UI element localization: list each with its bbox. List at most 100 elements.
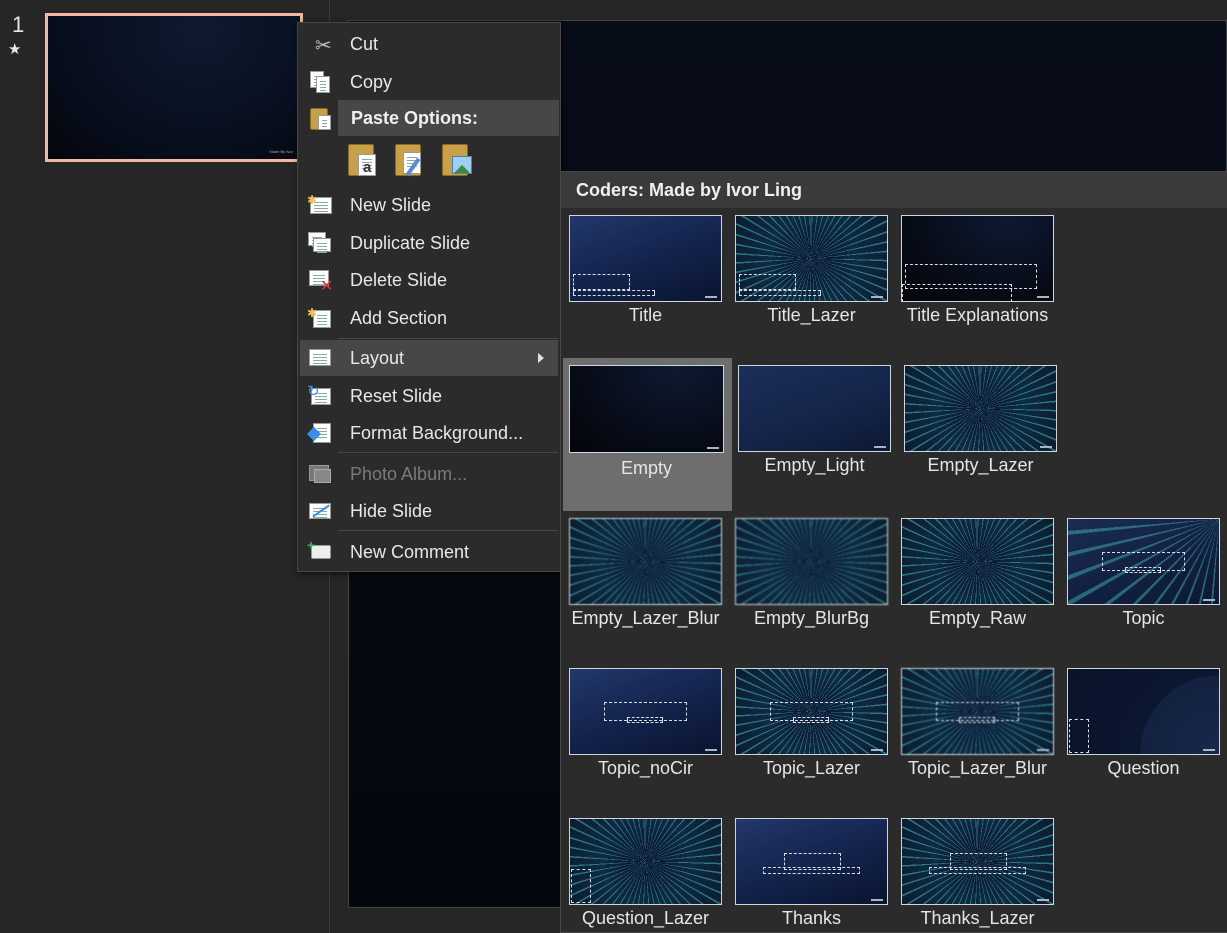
submenu-arrow-icon xyxy=(538,353,544,363)
layout-empty-lazer[interactable]: Empty_Lazer xyxy=(904,365,1064,510)
layout-name: Topic_Lazer_Blur xyxy=(907,758,1048,778)
menu-item-label: New Slide xyxy=(350,194,432,215)
layout-name: Thanks_Lazer xyxy=(920,908,1035,928)
menu-item-cut[interactable]: ✂ Cut xyxy=(300,26,558,62)
layout-thumbnail xyxy=(569,818,722,905)
layout-title-explanations[interactable]: Title Explanations xyxy=(901,215,1061,360)
format-background-icon xyxy=(306,421,333,445)
layout-topic[interactable]: Topic xyxy=(1067,518,1227,663)
paste-options-header: Paste Options: xyxy=(338,100,559,136)
layout-icon xyxy=(307,346,333,370)
new-comment-icon: + xyxy=(307,537,333,564)
layout-question-lazer[interactable]: Question_Lazer xyxy=(569,818,729,933)
layout-name: Topic xyxy=(1122,608,1165,628)
gallery-header: Coders: Made by Ivor Ling xyxy=(561,172,1227,208)
delete-slide-icon: ✕ xyxy=(307,268,333,295)
layout-name: Thanks xyxy=(781,908,842,928)
layout-empty-blurbg[interactable]: Empty_BlurBg xyxy=(735,518,895,663)
menu-separator xyxy=(338,452,558,453)
menu-item-label: Layout xyxy=(350,347,405,368)
menu-item-delete-slide[interactable]: ✕ Delete Slide xyxy=(300,262,558,298)
paste-keep-text-icon[interactable]: a xyxy=(344,141,380,181)
layout-thanks[interactable]: Thanks xyxy=(735,818,895,933)
hide-slide-icon xyxy=(307,499,333,523)
menu-item-photo-album: Photo Album... xyxy=(300,456,558,492)
layout-question[interactable]: Question xyxy=(1067,668,1227,813)
layout-thumbnail xyxy=(735,818,888,905)
layout-gallery: Coders: Made by Ivor Ling Title Title_La… xyxy=(560,171,1227,933)
slide-thumbnail-pane: 1 ★ Made By Ivor xyxy=(0,0,330,933)
layout-thumbnail xyxy=(569,365,724,453)
paste-use-destination-theme-icon[interactable] xyxy=(391,141,427,181)
menu-item-label: Copy xyxy=(350,71,393,92)
menu-item-label: Cut xyxy=(350,33,379,54)
layout-empty-light[interactable]: Empty_Light xyxy=(738,365,898,510)
layout-name: Title xyxy=(628,305,663,325)
menu-item-hide-slide[interactable]: Hide Slide xyxy=(300,493,558,529)
slide-number: 1 xyxy=(12,12,25,37)
layout-empty[interactable]: Empty xyxy=(563,358,732,511)
layout-name: Empty_Lazer_Blur xyxy=(571,608,720,628)
layout-thumbnail xyxy=(904,365,1057,452)
layout-thumbnail xyxy=(569,215,722,302)
layout-thumbnail xyxy=(901,518,1054,605)
menu-item-format-background[interactable]: Format Background... xyxy=(300,415,558,451)
layout-title[interactable]: Title xyxy=(569,215,729,360)
layout-name: Empty xyxy=(620,458,672,478)
layout-thumbnail xyxy=(1067,668,1220,755)
layout-title-lazer[interactable]: Title_Lazer xyxy=(735,215,895,360)
layout-thumbnail xyxy=(569,518,722,605)
menu-item-label: Hide Slide xyxy=(350,500,433,521)
layout-topic-lazer[interactable]: Topic_Lazer xyxy=(735,668,895,813)
layout-empty-raw[interactable]: Empty_Raw xyxy=(901,518,1061,663)
layout-topic-nocir[interactable]: Topic_noCir xyxy=(569,668,729,813)
reset-slide-icon: ↻ xyxy=(307,383,333,408)
scissors-icon: ✂ xyxy=(315,35,332,57)
animation-star-icon: ★ xyxy=(8,41,22,58)
layout-thumbnail xyxy=(735,215,888,302)
layout-thumbnail xyxy=(738,365,891,452)
menu-item-new-comment[interactable]: + New Comment xyxy=(300,534,558,570)
layout-thumbnail xyxy=(1067,518,1220,605)
menu-item-new-slide[interactable]: ✱ New Slide xyxy=(300,187,558,223)
layout-name: Question xyxy=(1107,758,1180,778)
menu-item-duplicate-slide[interactable]: Duplicate Slide xyxy=(300,225,558,261)
thumbnail-caption: Made By Ivor xyxy=(269,149,293,154)
layout-thumbnail xyxy=(901,668,1054,755)
paste-icon xyxy=(307,106,333,130)
layout-thumbnail xyxy=(901,215,1054,302)
layout-thanks-lazer[interactable]: Thanks_Lazer xyxy=(901,818,1061,933)
menu-separator xyxy=(338,530,558,531)
duplicate-slide-icon xyxy=(307,231,333,255)
layout-name: Topic_noCir xyxy=(597,758,694,778)
layout-name: Title_Lazer xyxy=(767,305,856,325)
menu-item-label: Format Background... xyxy=(350,422,524,443)
layout-name: Empty_BlurBg xyxy=(753,608,870,628)
context-menu: ✂ Cut Copy Paste Options: a ✱ New Slide … xyxy=(297,22,561,572)
add-section-icon: ✱ xyxy=(307,306,333,330)
slide-thumbnail-1[interactable]: Made By Ivor xyxy=(45,13,303,162)
menu-item-layout[interactable]: Layout xyxy=(300,340,558,376)
menu-item-label: Delete Slide xyxy=(350,269,448,290)
new-slide-icon: ✱ xyxy=(307,193,333,217)
menu-item-label: Duplicate Slide xyxy=(350,232,471,253)
layout-topic-lazer-blur[interactable]: Topic_Lazer_Blur xyxy=(901,668,1061,813)
menu-item-label: Add Section xyxy=(350,307,448,328)
paste-picture-icon[interactable] xyxy=(438,141,474,181)
menu-item-label: New Comment xyxy=(350,541,470,562)
layout-name: Empty_Light xyxy=(764,455,865,475)
layout-thumbnail xyxy=(901,818,1054,905)
layout-name: Question_Lazer xyxy=(581,908,710,928)
layout-name: Title Explanations xyxy=(906,305,1049,325)
menu-item-label: Photo Album... xyxy=(350,463,468,484)
menu-item-add-section[interactable]: ✱ Add Section xyxy=(300,300,558,336)
layout-empty-lazer-blur[interactable]: Empty_Lazer_Blur xyxy=(569,518,729,663)
layout-name: Empty_Raw xyxy=(928,608,1027,628)
layout-thumbnail xyxy=(735,518,888,605)
menu-item-label: Reset Slide xyxy=(350,385,443,406)
copy-icon xyxy=(307,70,333,94)
menu-item-reset-slide[interactable]: ↻ Reset Slide xyxy=(300,378,558,414)
menu-separator xyxy=(338,338,558,339)
menu-item-copy[interactable]: Copy xyxy=(300,64,558,100)
photo-album-icon xyxy=(307,462,333,486)
